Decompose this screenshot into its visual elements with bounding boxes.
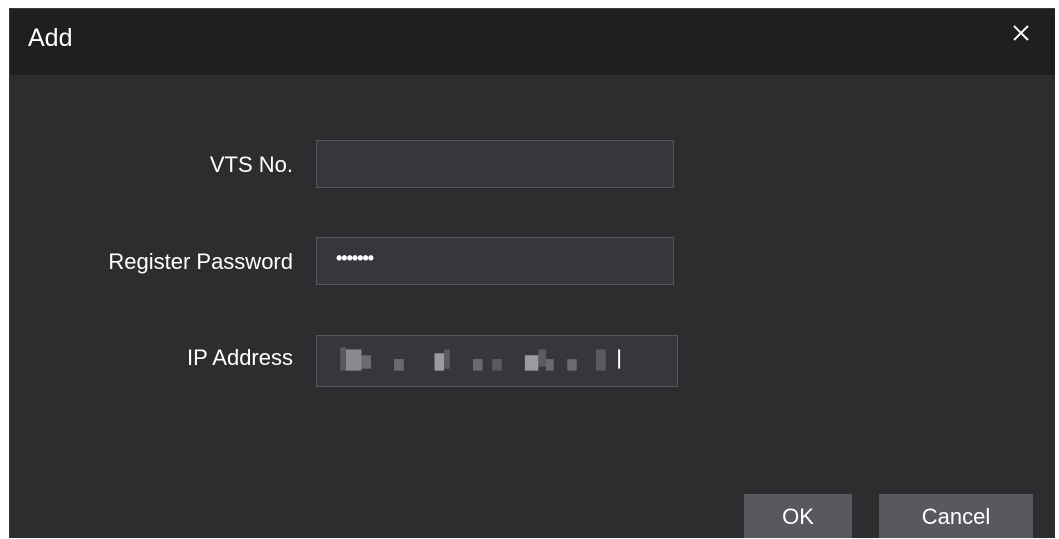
add-dialog: Add VTS No. Register Password ••••••• IP… [9, 8, 1055, 538]
register-password-input[interactable]: ••••••• [316, 237, 674, 285]
vts-no-label: VTS No. [209, 152, 293, 177]
close-icon[interactable] [1009, 17, 1033, 45]
ip-address-input[interactable] [316, 335, 678, 387]
dialog-titlebar: Add [10, 9, 1055, 75]
cancel-button[interactable]: Cancel [879, 494, 1033, 538]
ip-address-label: IP Address [187, 345, 293, 370]
ok-button[interactable]: OK [744, 494, 852, 538]
ip-address-redacted [340, 347, 621, 371]
password-masked-value: ••••••• [336, 248, 374, 268]
dialog-title: Add [28, 24, 73, 52]
vts-no-input[interactable] [316, 140, 674, 188]
register-password-label: Register Password [108, 249, 293, 274]
